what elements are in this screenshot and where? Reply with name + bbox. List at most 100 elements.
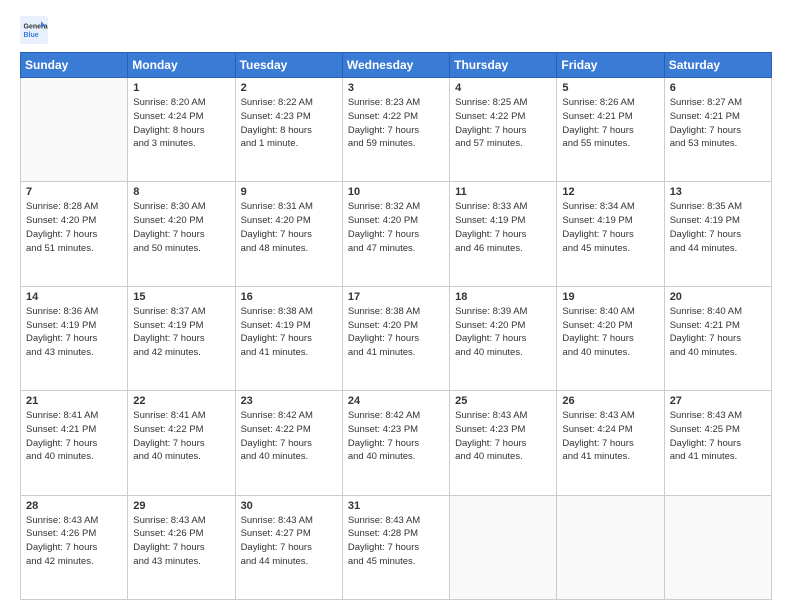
page: General Blue SundayMondayTuesdayWednesda… <box>0 0 792 612</box>
calendar-cell: 9Sunrise: 8:31 AM Sunset: 4:20 PM Daylig… <box>235 182 342 286</box>
day-number: 27 <box>670 395 766 407</box>
logo-icon: General Blue <box>20 16 48 44</box>
calendar-cell: 25Sunrise: 8:43 AM Sunset: 4:23 PM Dayli… <box>450 391 557 495</box>
weekday-header-saturday: Saturday <box>664 53 771 78</box>
day-info: Sunrise: 8:27 AM Sunset: 4:21 PM Dayligh… <box>670 96 766 151</box>
week-row-0: 1 Sunrise: 8:20 AM Sunset: 4:24 PM Daylig… <box>21 78 772 182</box>
calendar-cell: 28 Sunrise: 8:43 AM Sunset: 4:26 PM Dayli… <box>21 495 128 599</box>
day-info: Sunrise: 8:25 AM Sunset: 4:22 PM Dayligh… <box>455 96 551 151</box>
calendar-cell: 29 Sunrise: 8:43 AM Sunset: 4:26 PM Dayli… <box>128 495 235 599</box>
week-row-3: 21Sunrise: 8:41 AM Sunset: 4:21 PM Dayli… <box>21 391 772 495</box>
day-info: Sunrise: 8:35 AM Sunset: 4:19 PM Dayligh… <box>670 200 766 255</box>
day-info: Sunrise: 8:22 AM Sunset: 4:23 PM Dayligh… <box>241 96 337 151</box>
weekday-header-friday: Friday <box>557 53 664 78</box>
day-info: Sunrise: 8:33 AM Sunset: 4:19 PM Dayligh… <box>455 200 551 255</box>
calendar-cell: 1 Sunrise: 8:20 AM Sunset: 4:24 PM Daylig… <box>128 78 235 182</box>
day-number: 28 <box>26 500 122 512</box>
day-number: 31 <box>348 500 444 512</box>
calendar-cell <box>664 495 771 599</box>
calendar-cell: 6Sunrise: 8:27 AM Sunset: 4:21 PM Daylig… <box>664 78 771 182</box>
day-number: 11 <box>455 186 551 198</box>
calendar-cell: 5Sunrise: 8:26 AM Sunset: 4:21 PM Daylig… <box>557 78 664 182</box>
day-number: 23 <box>241 395 337 407</box>
calendar-cell: 26Sunrise: 8:43 AM Sunset: 4:24 PM Dayli… <box>557 391 664 495</box>
day-info: Sunrise: 8:38 AM Sunset: 4:20 PM Dayligh… <box>348 305 444 360</box>
day-info: Sunrise: 8:38 AM Sunset: 4:19 PM Dayligh… <box>241 305 337 360</box>
day-info: Sunrise: 8:34 AM Sunset: 4:19 PM Dayligh… <box>562 200 658 255</box>
day-number: 17 <box>348 291 444 303</box>
calendar-cell: 17 Sunrise: 8:38 AM Sunset: 4:20 PM Dayli… <box>342 286 449 390</box>
day-number: 24 <box>348 395 444 407</box>
day-number: 14 <box>26 291 122 303</box>
logo: General Blue <box>20 16 48 44</box>
calendar-cell: 20 Sunrise: 8:40 AM Sunset: 4:21 PM Dayli… <box>664 286 771 390</box>
weekday-header-row: SundayMondayTuesdayWednesdayThursdayFrid… <box>21 53 772 78</box>
calendar-cell: 11 Sunrise: 8:33 AM Sunset: 4:19 PM Dayli… <box>450 182 557 286</box>
day-number: 15 <box>133 291 229 303</box>
calendar-cell: 23 Sunrise: 8:42 AM Sunset: 4:22 PM Dayli… <box>235 391 342 495</box>
day-number: 20 <box>670 291 766 303</box>
calendar-cell: 10 Sunrise: 8:32 AM Sunset: 4:20 PM Dayli… <box>342 182 449 286</box>
calendar-table: SundayMondayTuesdayWednesdayThursdayFrid… <box>20 52 772 600</box>
calendar-cell: 8 Sunrise: 8:30 AM Sunset: 4:20 PM Daylig… <box>128 182 235 286</box>
weekday-header-thursday: Thursday <box>450 53 557 78</box>
day-number: 7 <box>26 186 122 198</box>
weekday-header-sunday: Sunday <box>21 53 128 78</box>
calendar-cell: 16Sunrise: 8:38 AM Sunset: 4:19 PM Dayli… <box>235 286 342 390</box>
day-info: Sunrise: 8:43 AM Sunset: 4:26 PM Dayligh… <box>133 514 229 569</box>
day-info: Sunrise: 8:40 AM Sunset: 4:21 PM Dayligh… <box>670 305 766 360</box>
calendar-cell <box>450 495 557 599</box>
calendar-cell: 22 Sunrise: 8:41 AM Sunset: 4:22 PM Dayli… <box>128 391 235 495</box>
weekday-header-monday: Monday <box>128 53 235 78</box>
calendar-cell: 31Sunrise: 8:43 AM Sunset: 4:28 PM Dayli… <box>342 495 449 599</box>
day-info: Sunrise: 8:31 AM Sunset: 4:20 PM Dayligh… <box>241 200 337 255</box>
day-number: 18 <box>455 291 551 303</box>
day-number: 19 <box>562 291 658 303</box>
week-row-4: 28 Sunrise: 8:43 AM Sunset: 4:26 PM Dayli… <box>21 495 772 599</box>
calendar-cell: 21Sunrise: 8:41 AM Sunset: 4:21 PM Dayli… <box>21 391 128 495</box>
week-row-1: 7 Sunrise: 8:28 AM Sunset: 4:20 PM Daylig… <box>21 182 772 286</box>
week-row-2: 14 Sunrise: 8:36 AM Sunset: 4:19 PM Dayli… <box>21 286 772 390</box>
day-info: Sunrise: 8:30 AM Sunset: 4:20 PM Dayligh… <box>133 200 229 255</box>
svg-text:General: General <box>24 23 49 30</box>
day-info: Sunrise: 8:40 AM Sunset: 4:20 PM Dayligh… <box>562 305 658 360</box>
calendar-cell: 14 Sunrise: 8:36 AM Sunset: 4:19 PM Dayli… <box>21 286 128 390</box>
calendar-cell: 12 Sunrise: 8:34 AM Sunset: 4:19 PM Dayli… <box>557 182 664 286</box>
day-number: 3 <box>348 82 444 94</box>
calendar-cell: 18 Sunrise: 8:39 AM Sunset: 4:20 PM Dayli… <box>450 286 557 390</box>
calendar-cell: 3 Sunrise: 8:23 AM Sunset: 4:22 PM Daylig… <box>342 78 449 182</box>
day-number: 22 <box>133 395 229 407</box>
weekday-header-wednesday: Wednesday <box>342 53 449 78</box>
day-number: 8 <box>133 186 229 198</box>
day-number: 10 <box>348 186 444 198</box>
day-number: 12 <box>562 186 658 198</box>
calendar-cell: 15Sunrise: 8:37 AM Sunset: 4:19 PM Dayli… <box>128 286 235 390</box>
day-info: Sunrise: 8:43 AM Sunset: 4:25 PM Dayligh… <box>670 409 766 464</box>
header: General Blue <box>20 16 772 44</box>
calendar-cell: 2Sunrise: 8:22 AM Sunset: 4:23 PM Daylig… <box>235 78 342 182</box>
calendar-cell: 24 Sunrise: 8:42 AM Sunset: 4:23 PM Dayli… <box>342 391 449 495</box>
day-info: Sunrise: 8:28 AM Sunset: 4:20 PM Dayligh… <box>26 200 122 255</box>
calendar-cell: 4 Sunrise: 8:25 AM Sunset: 4:22 PM Daylig… <box>450 78 557 182</box>
day-info: Sunrise: 8:42 AM Sunset: 4:22 PM Dayligh… <box>241 409 337 464</box>
calendar-cell: 30Sunrise: 8:43 AM Sunset: 4:27 PM Dayli… <box>235 495 342 599</box>
day-info: Sunrise: 8:32 AM Sunset: 4:20 PM Dayligh… <box>348 200 444 255</box>
day-info: Sunrise: 8:23 AM Sunset: 4:22 PM Dayligh… <box>348 96 444 151</box>
day-number: 29 <box>133 500 229 512</box>
day-info: Sunrise: 8:39 AM Sunset: 4:20 PM Dayligh… <box>455 305 551 360</box>
day-number: 13 <box>670 186 766 198</box>
day-info: Sunrise: 8:43 AM Sunset: 4:27 PM Dayligh… <box>241 514 337 569</box>
svg-text:Blue: Blue <box>24 32 39 39</box>
calendar-cell: 27 Sunrise: 8:43 AM Sunset: 4:25 PM Dayli… <box>664 391 771 495</box>
day-number: 4 <box>455 82 551 94</box>
calendar-cell: 13 Sunrise: 8:35 AM Sunset: 4:19 PM Dayli… <box>664 182 771 286</box>
day-info: Sunrise: 8:42 AM Sunset: 4:23 PM Dayligh… <box>348 409 444 464</box>
day-info: Sunrise: 8:20 AM Sunset: 4:24 PM Dayligh… <box>133 96 229 151</box>
day-number: 21 <box>26 395 122 407</box>
day-number: 5 <box>562 82 658 94</box>
day-info: Sunrise: 8:36 AM Sunset: 4:19 PM Dayligh… <box>26 305 122 360</box>
day-info: Sunrise: 8:43 AM Sunset: 4:26 PM Dayligh… <box>26 514 122 569</box>
day-info: Sunrise: 8:41 AM Sunset: 4:22 PM Dayligh… <box>133 409 229 464</box>
day-info: Sunrise: 8:43 AM Sunset: 4:23 PM Dayligh… <box>455 409 551 464</box>
day-number: 1 <box>133 82 229 94</box>
